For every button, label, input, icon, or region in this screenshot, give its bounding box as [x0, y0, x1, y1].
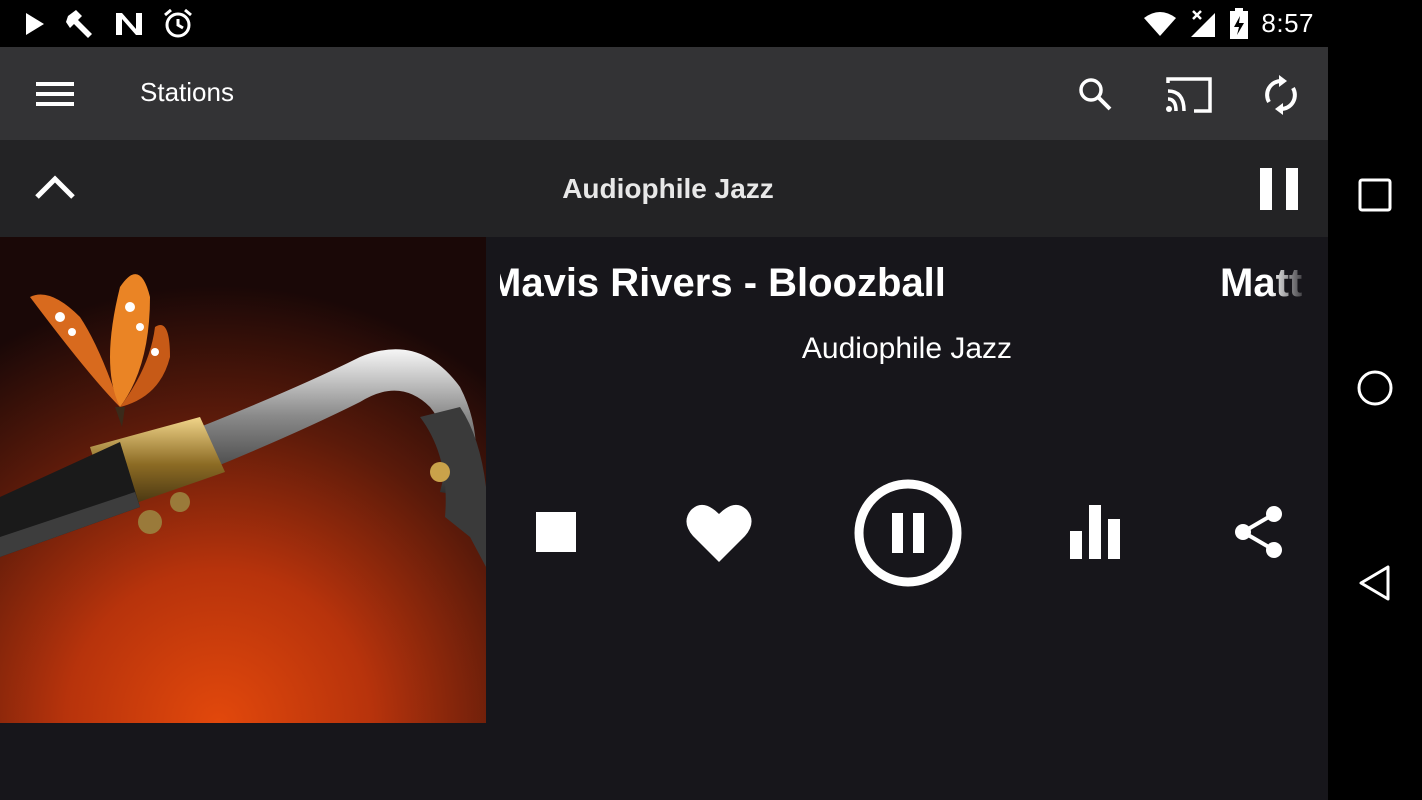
page-title: Stations: [140, 77, 234, 107]
mini-player-title: Audiophile Jazz: [562, 173, 774, 204]
refresh-icon[interactable]: [1262, 75, 1300, 120]
track-title: Mavis Rivers - Bloozball: [500, 261, 946, 305]
alarm-icon: [162, 8, 194, 40]
home-icon[interactable]: [1356, 369, 1394, 407]
navigation-bar: [1328, 0, 1422, 800]
recents-icon[interactable]: [1358, 178, 1392, 212]
tools-icon: [64, 8, 96, 40]
ticker-fade: [1270, 261, 1310, 311]
share-icon[interactable]: [1234, 505, 1284, 559]
menu-icon[interactable]: [36, 80, 74, 113]
clock: 8:57: [1261, 8, 1314, 38]
equalizer-icon[interactable]: [1068, 505, 1122, 559]
app-bar: Stations: [0, 47, 1328, 140]
album-art: [0, 237, 486, 723]
now-playing-panel: Mavis Rivers - Bloozball Matt Audiophile…: [486, 237, 1328, 800]
mini-player[interactable]: Audiophile Jazz: [0, 140, 1328, 237]
screen: 8:57 Stations Audiophile Jazz Mavis Rive…: [0, 0, 1422, 800]
playback-controls: [486, 477, 1328, 587]
cast-icon[interactable]: [1166, 77, 1212, 118]
station-name: Audiophile Jazz: [801, 332, 1013, 365]
search-icon[interactable]: [1076, 75, 1114, 118]
back-icon[interactable]: [1358, 564, 1392, 602]
stop-icon[interactable]: [536, 512, 576, 552]
n-logo-icon: [114, 11, 144, 37]
heart-icon[interactable]: [684, 501, 754, 565]
track-ticker: Mavis Rivers - Bloozball Matt: [500, 261, 1310, 311]
pause-circle-icon[interactable]: [854, 479, 962, 587]
battery-charging-icon: [1229, 7, 1249, 40]
no-signal-icon: [1189, 9, 1217, 39]
play-icon: [24, 12, 46, 36]
wifi-icon: [1143, 10, 1177, 38]
pause-icon[interactable]: [1260, 168, 1298, 215]
status-bar: 8:57: [0, 0, 1328, 47]
